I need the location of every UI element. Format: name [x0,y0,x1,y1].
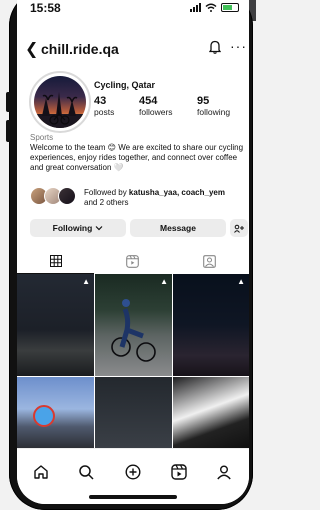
avatar[interactable] [29,71,91,133]
content-tabs [17,249,249,274]
nav-create[interactable] [122,461,144,483]
profile-label: Sports [30,133,54,142]
followers-stat[interactable]: 454 followers [139,95,173,117]
post-thumbnail[interactable] [173,377,249,448]
nav-reels[interactable] [168,461,190,483]
status-bar: 15:58 [17,0,249,22]
phone-side-button [6,120,12,142]
profile-icon [217,465,231,480]
tab-grid[interactable] [17,249,94,274]
profile-category: Cycling, Qatar [94,80,156,90]
followed-by[interactable]: Followed by katusha_yaa, coach_yem and 2… [30,187,245,209]
following-button-label: Following [52,223,93,233]
post-thumbnail[interactable] [17,377,94,448]
status-time: 15:58 [30,1,61,15]
nav-profile[interactable] [213,461,235,483]
followed-by-suffix: and 2 others [84,198,129,207]
tab-reels[interactable] [94,249,171,273]
add-user-button[interactable] [230,219,248,237]
following-stat[interactable]: 95 following [197,95,230,117]
bottom-navigation [17,448,249,504]
add-user-icon [233,224,244,233]
more-options-icon[interactable]: ··· [230,38,247,54]
profile-bio: Welcome to the team 😊 We are excited to … [30,143,244,172]
phone-side-button [6,92,12,112]
bell-icon[interactable] [209,40,221,54]
reels-icon [171,464,187,480]
create-icon [125,464,141,480]
pin-icon: ▲ [82,277,90,286]
back-icon[interactable]: ❮ [25,39,38,59]
profile-header: ❮ chill.ride.qa ··· [17,38,249,62]
grid-icon [49,255,62,267]
nav-search[interactable] [75,461,97,483]
username: chill.ride.qa [41,41,119,57]
following-count: 95 [197,95,210,107]
following-button[interactable]: Following [30,219,126,237]
pin-icon: ▲ [237,277,245,286]
nav-home[interactable] [30,461,52,483]
following-label: following [197,107,231,117]
message-button[interactable]: Message [130,219,226,237]
pin-icon: ▲ [160,277,168,286]
followers-count: 454 [139,95,158,107]
message-button-label: Message [160,223,196,233]
post-thumbnail[interactable]: ▲ [17,274,94,376]
posts-grid: ▲ ▲ ▲ [17,274,249,448]
home-indicator [89,495,177,499]
post-thumbnail[interactable] [95,377,172,448]
followed-by-text: Followed by katusha_yaa, coach_yem and 2… [84,188,225,208]
app-screen: 15:58 ❮ chill.ride.qa ··· Cycling, Qatar… [17,0,249,504]
home-icon [34,465,48,479]
posts-count: 43 [94,95,107,107]
posts-label: posts [94,107,115,117]
wifi-icon [205,3,217,12]
post-thumbnail[interactable]: ▲ [173,274,249,376]
post-thumbnail[interactable]: ▲ [95,274,172,376]
chevron-down-icon [95,226,103,231]
search-icon [79,465,94,480]
followed-by-prefix: Followed by [84,188,129,197]
tagged-icon [203,254,216,268]
followed-by-names[interactable]: katusha_yaa, coach_yem [129,188,225,197]
reels-icon [126,254,139,268]
follower-avatar [58,187,76,205]
followers-label: followers [139,107,173,117]
battery-icon [221,3,239,12]
posts-stat[interactable]: 43 posts [94,95,114,117]
profile-actions: Following Message [30,219,248,237]
signal-icon [190,3,201,12]
tab-tagged[interactable] [171,249,248,273]
